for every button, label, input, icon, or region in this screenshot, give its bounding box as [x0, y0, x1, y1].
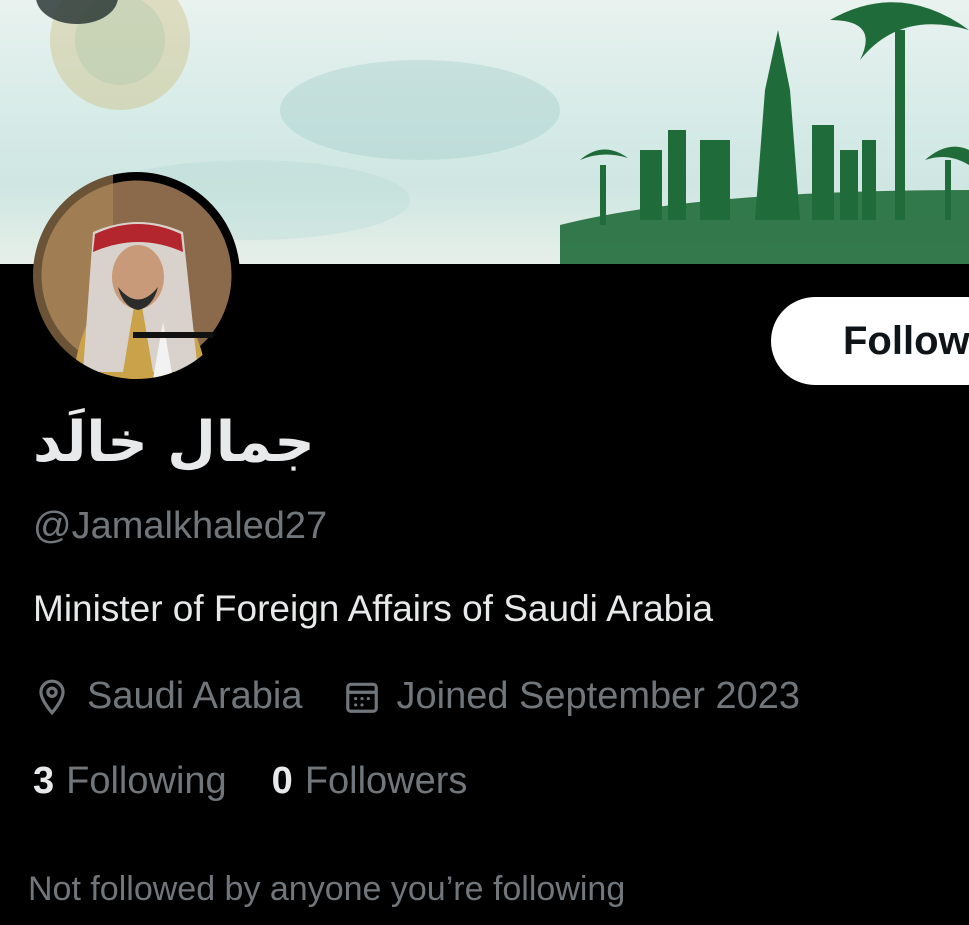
- follow-button[interactable]: Follow: [771, 297, 969, 385]
- followers-label: Followers: [304, 760, 468, 802]
- profile-avatar[interactable]: [33, 172, 240, 379]
- joined-date: Joined September 2023: [396, 675, 801, 717]
- following-count: 3: [33, 760, 55, 802]
- profile-meta: Saudi Arabia Joined September 2023: [33, 675, 800, 718]
- calendar-icon: [345, 682, 378, 713]
- profile-bio: Minister of Foreign Affairs of Saudi Ara…: [33, 588, 714, 629]
- avatar-image: [33, 172, 232, 379]
- following-link[interactable]: 3 Following: [33, 760, 227, 803]
- mutual-followers-note: Not followed by anyone you’re following: [28, 870, 626, 908]
- following-label: Following: [66, 760, 227, 802]
- profile-stats: 3 Following 0 Followers: [33, 760, 512, 803]
- location-text: Saudi Arabia: [87, 675, 303, 717]
- display-name: جمال خالَد: [33, 410, 315, 475]
- profile-handle: @Jamalkhaled27: [33, 505, 328, 547]
- location-pin-icon: [39, 679, 65, 715]
- followers-count: 0: [271, 760, 293, 802]
- followers-link[interactable]: 0 Followers: [272, 760, 468, 803]
